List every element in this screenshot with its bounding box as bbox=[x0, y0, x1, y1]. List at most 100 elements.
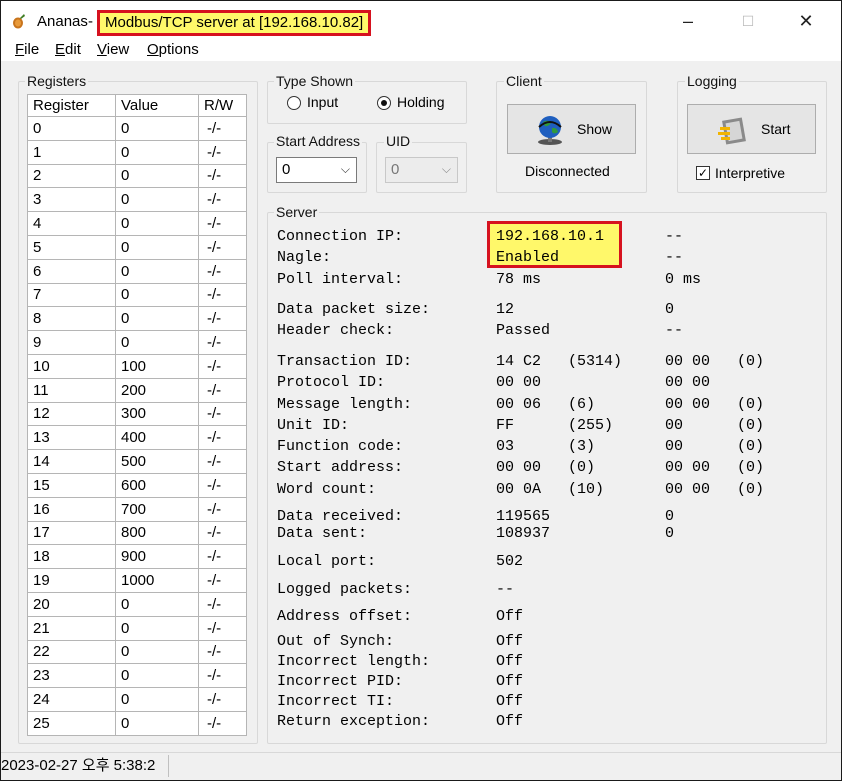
register-value[interactable]: 0 bbox=[115, 139, 199, 165]
register-value[interactable]: 0 bbox=[115, 187, 199, 213]
register-value[interactable]: 0 bbox=[115, 163, 199, 189]
server-field-value: 108937 bbox=[496, 525, 551, 542]
status-bar: 2023-02-27 오후 5:38:2 bbox=[1, 752, 841, 780]
menu-edit[interactable]: Edit bbox=[55, 41, 81, 58]
registers-header-row: Register Value R/W bbox=[27, 94, 247, 117]
server-field-value: 00 00 bbox=[665, 374, 711, 391]
server-field-value: (0) bbox=[737, 459, 765, 476]
register-row: 14 500 -/- bbox=[27, 449, 247, 474]
register-value[interactable]: 600 bbox=[115, 472, 199, 498]
uid-combo[interactable]: 0 ⌵ bbox=[385, 157, 458, 183]
register-number: 20 bbox=[27, 591, 116, 617]
register-value[interactable]: 0 bbox=[115, 282, 199, 308]
register-value[interactable]: 0 bbox=[115, 591, 199, 617]
register-row: 1 0 -/- bbox=[27, 139, 247, 165]
server-label: Server bbox=[274, 204, 320, 220]
register-rw: -/- bbox=[198, 568, 247, 593]
server-field-label: Poll interval: bbox=[277, 271, 404, 288]
start-address-value: 0 bbox=[282, 161, 291, 178]
menu-view[interactable]: View bbox=[97, 41, 129, 58]
server-field-value: (0) bbox=[737, 396, 765, 413]
minimize-button[interactable]: – bbox=[668, 9, 708, 33]
register-value[interactable]: 900 bbox=[115, 544, 199, 570]
register-row: 22 0 -/- bbox=[27, 639, 247, 665]
close-button[interactable]: ✕ bbox=[786, 9, 826, 33]
server-field-value: 00 00 bbox=[496, 374, 542, 391]
menu-options[interactable]: Options bbox=[147, 41, 199, 58]
server-field-value: (0) bbox=[737, 417, 765, 434]
register-value[interactable]: 0 bbox=[115, 687, 199, 712]
register-row: 19 1000 -/- bbox=[27, 568, 247, 593]
server-field-value: 119565 bbox=[496, 508, 551, 525]
register-number: 7 bbox=[27, 282, 116, 308]
register-value[interactable]: 0 bbox=[115, 306, 199, 332]
register-value[interactable]: 0 bbox=[115, 663, 199, 689]
uid-label: UID bbox=[384, 133, 413, 149]
register-value[interactable]: 200 bbox=[115, 377, 199, 403]
menu-file[interactable]: File bbox=[15, 41, 39, 58]
radio-input[interactable] bbox=[287, 96, 301, 110]
server-field-label: Data received: bbox=[277, 508, 404, 525]
register-value[interactable]: 0 bbox=[115, 639, 199, 665]
column-header-value[interactable]: Value bbox=[115, 94, 199, 117]
register-value[interactable]: 100 bbox=[115, 353, 199, 379]
chevron-down-icon: ⌵ bbox=[441, 162, 451, 176]
register-rw: -/- bbox=[198, 116, 247, 141]
register-value[interactable]: 800 bbox=[115, 520, 199, 546]
interpretive-checkbox[interactable]: ✓ bbox=[696, 166, 710, 180]
server-field-value: 00 06 bbox=[496, 396, 542, 413]
register-value[interactable]: 0 bbox=[115, 615, 199, 641]
register-row: 11 200 -/- bbox=[27, 377, 247, 403]
register-rw: -/- bbox=[198, 663, 247, 689]
pineapple-app-icon bbox=[13, 14, 25, 29]
logging-label: Logging bbox=[685, 73, 739, 89]
start-logging-button[interactable]: Start bbox=[687, 104, 816, 154]
start-address-combo[interactable]: 0 ⌵ bbox=[276, 157, 357, 183]
server-field-value: -- bbox=[496, 581, 515, 598]
registers-table: Register Value R/W 0 0 -/- 1 0 -/- 2 0 -/- 3 0 -/- 4… bbox=[27, 94, 247, 736]
register-number: 25 bbox=[27, 710, 116, 736]
register-rw: -/- bbox=[198, 615, 247, 641]
register-number: 4 bbox=[27, 211, 116, 236]
show-client-button[interactable]: Show bbox=[507, 104, 636, 154]
register-value[interactable]: 0 bbox=[115, 330, 199, 355]
register-value[interactable]: 0 bbox=[115, 234, 199, 260]
register-value[interactable]: 500 bbox=[115, 449, 199, 474]
server-field-value: -- bbox=[665, 249, 684, 266]
register-value[interactable]: 1000 bbox=[115, 568, 199, 593]
server-field-value: Off bbox=[496, 693, 524, 710]
column-header-register[interactable]: Register bbox=[27, 94, 116, 117]
register-value[interactable]: 400 bbox=[115, 425, 199, 451]
interpretive-label[interactable]: Interpretive bbox=[715, 165, 785, 181]
register-value[interactable]: 0 bbox=[115, 710, 199, 736]
register-value[interactable]: 300 bbox=[115, 401, 199, 427]
server-field-label: Message length: bbox=[277, 396, 413, 413]
register-rw: -/- bbox=[198, 330, 247, 355]
register-rw: -/- bbox=[198, 353, 247, 379]
menu-bar: File Edit View Options bbox=[1, 39, 841, 61]
register-rw: -/- bbox=[198, 472, 247, 498]
register-value[interactable]: 700 bbox=[115, 496, 199, 522]
server-field-value: 00 00 bbox=[496, 459, 542, 476]
server-field-label: Nagle: bbox=[277, 249, 332, 266]
server-field-value: 0 bbox=[665, 525, 675, 542]
column-header-rw[interactable]: R/W bbox=[198, 94, 247, 117]
radio-holding-label[interactable]: Holding bbox=[397, 94, 444, 110]
title-bar[interactable]: Ananas - Modbus/TCP server at [192.168.1… bbox=[1, 1, 841, 39]
register-row: 20 0 -/- bbox=[27, 591, 247, 617]
register-value[interactable]: 0 bbox=[115, 116, 199, 141]
server-field-value: 12 bbox=[496, 301, 515, 318]
register-value[interactable]: 0 bbox=[115, 211, 199, 236]
server-field-value: 00 00 bbox=[665, 353, 711, 370]
radio-holding[interactable] bbox=[377, 96, 391, 110]
maximize-button[interactable]: ☐ bbox=[728, 9, 768, 33]
server-field-value: Off bbox=[496, 673, 524, 690]
radio-input-label[interactable]: Input bbox=[307, 94, 338, 110]
server-field-value: (0) bbox=[737, 481, 765, 498]
register-row: 21 0 -/- bbox=[27, 615, 247, 641]
server-field-value: (0) bbox=[737, 438, 765, 455]
registers-group-label: Registers bbox=[25, 73, 89, 89]
server-field-label: Word count: bbox=[277, 481, 377, 498]
register-number: 18 bbox=[27, 544, 116, 570]
register-value[interactable]: 0 bbox=[115, 258, 199, 284]
